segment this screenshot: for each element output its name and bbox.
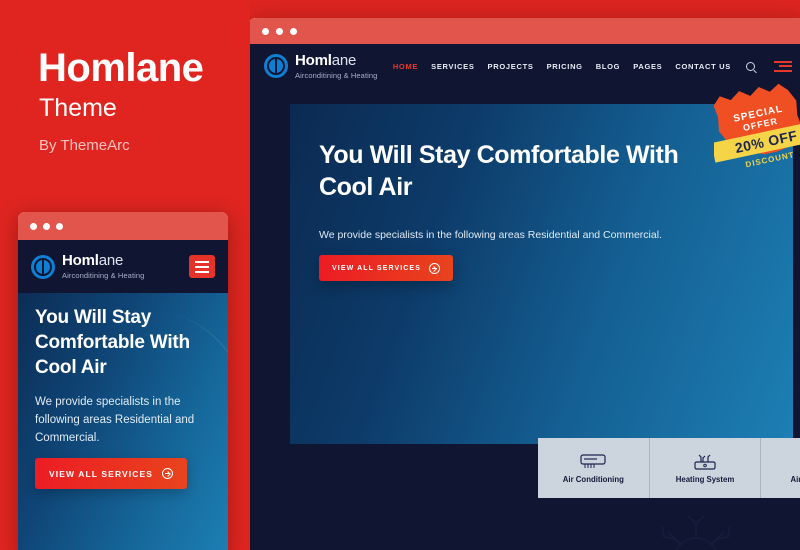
promo-author: By ThemeArc bbox=[39, 137, 130, 154]
mobile-hero-section: You Will Stay Comfortable With Cool Air … bbox=[18, 293, 228, 550]
desktop-cta-label: VIEW ALL SERVICES bbox=[332, 264, 421, 272]
desktop-nav-menu: HOME SERVICES PROJECTS PRICING BLOG PAGE… bbox=[393, 60, 792, 72]
feature-card-heating-system[interactable]: Heating System bbox=[650, 438, 762, 498]
mobile-viewport: Homlane Airconditining & Heating You Wil… bbox=[18, 240, 228, 550]
arrow-right-circle-icon bbox=[162, 468, 174, 479]
feature-label-heating-system: Heating System bbox=[675, 474, 735, 484]
feature-label-air-conditioning: Air Conditioning bbox=[562, 474, 624, 484]
mobile-logo-tagline: Airconditining & Heating bbox=[62, 271, 145, 281]
mobile-hero-heading: You Will Stay Comfortable With Cool Air bbox=[35, 307, 190, 379]
mobile-hero-paragraph: We provide specialists in the following … bbox=[35, 396, 195, 445]
search-icon[interactable] bbox=[746, 61, 755, 71]
feature-card-air-ventilation[interactable]: Air Ventilation bbox=[761, 438, 800, 498]
mobile-mockup: Homlane Airconditining & Heating You Wil… bbox=[18, 212, 228, 550]
mobile-logo-text: Homlane Airconditining & Heating bbox=[62, 253, 144, 280]
mobile-logo-name: Homlane bbox=[62, 252, 124, 270]
desktop-mockup: Homlane Airconditining & Heating HOME SE… bbox=[248, 18, 800, 550]
window-dot-2-icon[interactable] bbox=[276, 27, 283, 35]
desktop-hero-paragraph: We provide specialists in the following … bbox=[319, 229, 662, 241]
desktop-viewport: Homlane Airconditining & Heating HOME SE… bbox=[248, 44, 800, 550]
hamburger-icon[interactable] bbox=[774, 60, 792, 72]
mobile-browser-chrome bbox=[18, 212, 228, 240]
desktop-logo-tagline: Airconditining & Heating bbox=[295, 70, 378, 80]
desktop-logo-text: Homlane Airconditining & Heating bbox=[295, 53, 377, 80]
feature-label-air-ventilation: Air Ventilation bbox=[790, 474, 800, 484]
window-dot-1-icon[interactable] bbox=[30, 222, 37, 230]
homlane-circle-logo-icon bbox=[31, 254, 55, 279]
desktop-logo-name: Homlane bbox=[295, 51, 357, 69]
mobile-view-all-services-button[interactable]: VIEW ALL SERVICES bbox=[35, 458, 188, 489]
mobile-site-header: Homlane Airconditining & Heating bbox=[18, 240, 228, 293]
welcome-section: WELCOME TO OUR COMPANY Air Conditioning … bbox=[248, 504, 800, 550]
nav-item-pages[interactable]: PAGES bbox=[633, 62, 662, 71]
window-dot-3-icon[interactable] bbox=[290, 27, 297, 35]
window-dot-2-icon[interactable] bbox=[43, 222, 50, 230]
desktop-logo[interactable]: Homlane Airconditining & Heating bbox=[264, 53, 377, 80]
feature-strip: Air Conditioning Heating System Air bbox=[538, 438, 800, 498]
desktop-hero-heading: You Will Stay Comfortable With Cool Air bbox=[319, 141, 679, 201]
window-dot-1-icon[interactable] bbox=[262, 27, 269, 35]
air-conditioner-icon bbox=[580, 453, 606, 468]
desktop-view-all-services-button[interactable]: VIEW ALL SERVICES bbox=[319, 255, 453, 281]
heating-system-icon bbox=[694, 454, 716, 470]
sun-snowflake-icon bbox=[661, 515, 731, 550]
hamburger-icon[interactable] bbox=[189, 255, 215, 278]
mobile-logo[interactable]: Homlane Airconditining & Heating bbox=[31, 253, 144, 280]
nav-item-projects[interactable]: PROJECTS bbox=[488, 62, 534, 71]
nav-item-blog[interactable]: BLOG bbox=[596, 62, 620, 71]
homlane-circle-logo-icon bbox=[264, 54, 288, 78]
promo-subtitle: Theme bbox=[39, 94, 117, 122]
mobile-cta-label: VIEW ALL SERVICES bbox=[49, 468, 154, 479]
nav-item-home[interactable]: HOME bbox=[393, 62, 418, 71]
nav-item-services[interactable]: SERVICES bbox=[431, 62, 474, 71]
arrow-right-circle-icon bbox=[428, 262, 440, 274]
nav-item-contact-us[interactable]: CONTACT US bbox=[675, 62, 731, 71]
desktop-browser-chrome bbox=[248, 18, 800, 44]
window-dot-3-icon[interactable] bbox=[56, 222, 63, 230]
feature-card-air-conditioning[interactable]: Air Conditioning bbox=[538, 438, 650, 498]
nav-item-pricing[interactable]: PRICING bbox=[547, 62, 583, 71]
special-offer-badge[interactable]: SPECIAL OFFER 20% OFF DISCOUNT bbox=[714, 77, 800, 185]
promo-title: Homlane bbox=[38, 46, 204, 90]
